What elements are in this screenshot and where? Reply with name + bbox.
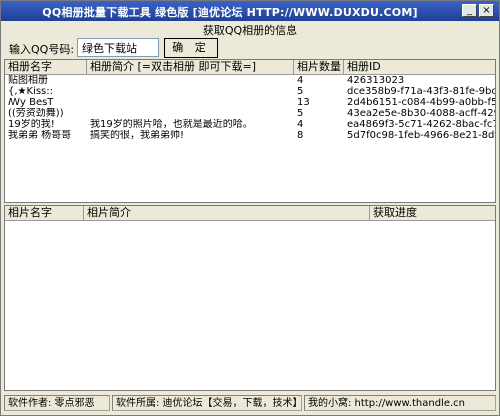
app-window: QQ相册批量下载工具 绿色版 [迪优论坛 HTTP://WWW.DUXDU.CO… [0, 0, 500, 416]
column-header-progress[interactable]: 获取进度 [370, 206, 495, 220]
album-description-cell: 搞笑的很，我弟弟帅! [90, 130, 185, 141]
table-row[interactable]: {,★Kiss:: 5 dce358b9-f71a-43f3-81fe-9bcc… [5, 86, 495, 97]
album-name-cell: ((劳资劲舞)) [8, 108, 64, 119]
window-title: QQ相册批量下载工具 绿色版 [迪优论坛 HTTP://WWW.DUXDU.CO… [42, 6, 418, 19]
photo-count-cell: 5 [297, 108, 304, 119]
album-table-header: 相册名字 相册简介 [=双击相册 即可下载=] 相片数量 相册ID [5, 60, 495, 75]
column-header-photo-description[interactable]: 相片简介 [84, 206, 370, 220]
column-header-photo-name[interactable]: 相片名字 [5, 206, 84, 220]
table-row[interactable]: ꟿy BesT 13 2d4b6151-c084-4b99-a0bb-f5002… [5, 97, 495, 108]
status-owner: 软件所属: 迪优论坛【交易，下载，技术】 [112, 395, 302, 411]
photo-count-cell: 8 [297, 130, 304, 141]
album-id-cell: 43ea2e5e-8b30-4088-acff-429f2a1c... [347, 108, 495, 119]
close-button[interactable]: × [479, 4, 494, 17]
status-bar: 软件作者: 零点邪恶 软件所属: 迪优论坛【交易，下载，技术】 我的小窝: ht… [1, 395, 499, 413]
album-name-cell: 19岁的我! [8, 119, 55, 130]
album-id-cell: 426313023 [347, 75, 405, 86]
status-homepage: 我的小窝: http://www.thandle.cn [304, 395, 496, 411]
search-row: 输入QQ号码: 确 定 [1, 38, 499, 59]
table-row[interactable]: 贴图相册 4 426313023 [5, 75, 495, 86]
album-name-cell: {,★Kiss:: [8, 86, 53, 97]
column-header-photo-count[interactable]: 相片数量 [294, 60, 344, 74]
qq-number-input[interactable] [77, 38, 159, 57]
table-row[interactable]: ((劳资劲舞)) 5 43ea2e5e-8b30-4088-acff-429f2… [5, 108, 495, 119]
album-description-cell [87, 75, 294, 86]
download-table[interactable]: 相片名字 相片简介 获取进度 [4, 205, 496, 391]
column-header-album-description[interactable]: 相册简介 [=双击相册 即可下载=] [87, 60, 294, 74]
section-title: 获取QQ相册的信息 [202, 24, 298, 37]
column-header-album-id[interactable]: 相册ID [344, 60, 495, 74]
title-bar[interactable]: QQ相册批量下载工具 绿色版 [迪优论坛 HTTP://WWW.DUXDU.CO… [1, 1, 499, 21]
photo-count-cell: 13 [297, 97, 310, 108]
download-table-header: 相片名字 相片简介 获取进度 [5, 206, 495, 221]
album-description-cell [87, 86, 294, 97]
photo-count-cell: 4 [297, 75, 304, 86]
table-row[interactable]: 我弟弟 杨哥哥 搞笑的很，我弟弟帅! 8 5d7f0c98-1feb-4966-… [5, 130, 495, 141]
album-id-cell: 2d4b6151-c084-4b99-a0bb-f50027a... [347, 97, 495, 108]
album-description-cell: 我19岁的照片哈，也就是最近的哈。 [90, 119, 253, 130]
album-id-cell: 5d7f0c98-1feb-4966-8e21-8dfbc009... [347, 130, 495, 141]
column-header-album-name[interactable]: 相册名字 [5, 60, 87, 74]
album-id-cell: dce358b9-f71a-43f3-81fe-9bcc0fd4... [347, 86, 495, 97]
confirm-button[interactable]: 确 定 [164, 38, 218, 58]
qq-number-label: 输入QQ号码: [9, 43, 75, 56]
photo-count-cell: 4 [297, 119, 304, 130]
album-id-cell: ea4869f3-5c71-4262-8bac-fc76e5ef... [347, 119, 495, 130]
album-name-cell: 我弟弟 杨哥哥 [8, 130, 72, 141]
album-table[interactable]: 相册名字 相册简介 [=双击相册 即可下载=] 相片数量 相册ID 贴图相册 4… [4, 59, 496, 203]
table-row[interactable]: 19岁的我! 我19岁的照片哈，也就是最近的哈。 4 ea4869f3-5c71… [5, 119, 495, 130]
minimize-button[interactable]: _ [462, 4, 477, 17]
status-author: 软件作者: 零点邪恶 [4, 395, 110, 411]
photo-count-cell: 5 [297, 86, 304, 97]
album-description-cell [87, 97, 294, 108]
album-description-cell [87, 108, 294, 119]
album-name-cell: ꟿy BesT [8, 97, 54, 108]
album-name-cell: 贴图相册 [8, 75, 48, 86]
